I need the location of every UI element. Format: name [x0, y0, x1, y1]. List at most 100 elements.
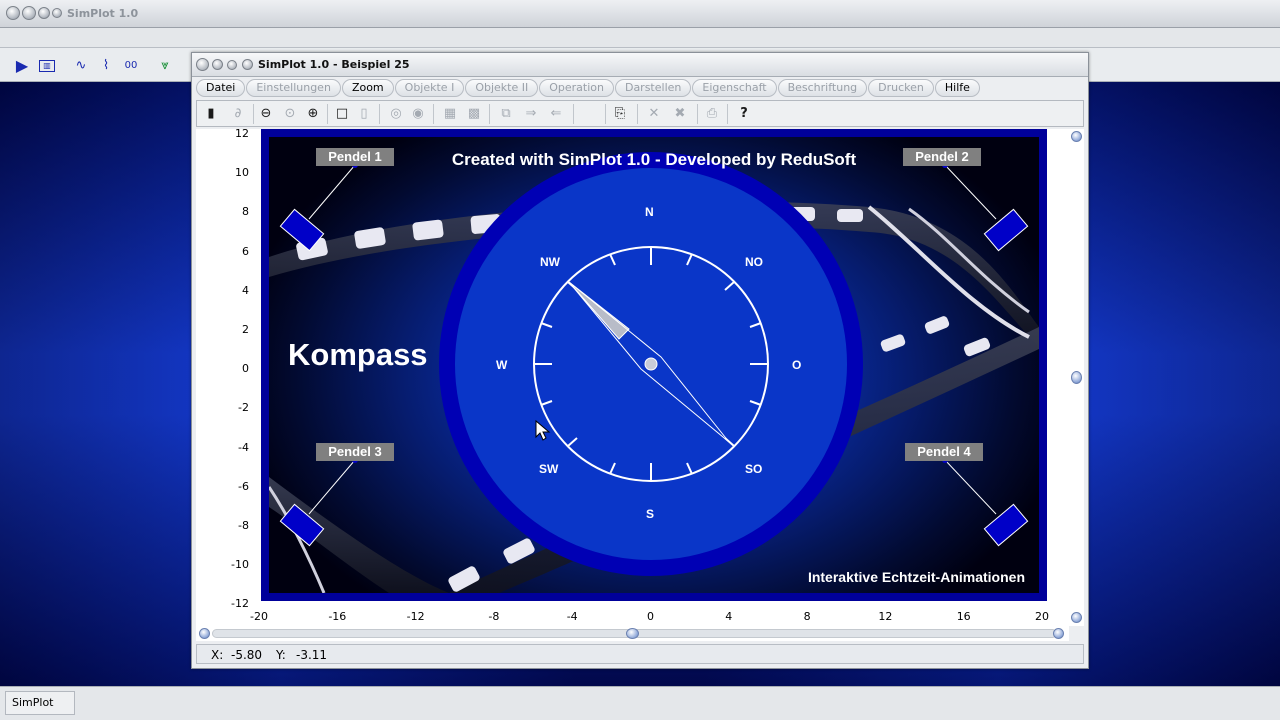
table-icon[interactable]: ▦ [441, 105, 459, 123]
document-titlebar: SimPlot 1.0 - Beispiel 25 [192, 53, 1088, 77]
scroll-down-button[interactable] [1071, 612, 1082, 623]
document-close-button[interactable] [196, 58, 209, 71]
x-tick-label: -4 [566, 610, 578, 623]
x-coordinate-value: -5.80 [231, 648, 263, 662]
y-tick-label: 4 [242, 283, 249, 297]
direction-sw: SW [539, 462, 559, 476]
menu-objekte-1[interactable]: Objekte I [394, 79, 465, 97]
pendulum-label-1: Pendel 1 [316, 148, 394, 166]
arrow-right-icon[interactable]: ⇒ [522, 105, 540, 123]
scroll-right-button[interactable] [1053, 628, 1064, 639]
document-title: SimPlot 1.0 - Beispiel 25 [258, 58, 410, 71]
document-minimize-button[interactable] [212, 59, 223, 70]
table-settings-icon[interactable]: ▩ [465, 105, 483, 123]
toolbar-separator [637, 104, 638, 124]
help-icon[interactable]: ? [735, 105, 753, 123]
window-menu-button[interactable] [52, 8, 62, 18]
scroll-left-button[interactable] [199, 628, 210, 639]
vertical-scrollbar[interactable] [1069, 129, 1084, 626]
play-icon[interactable]: ▶ [13, 58, 31, 74]
y-tick-label: -6 [238, 479, 249, 493]
menu-darstellen[interactable]: Darstellen [614, 79, 692, 97]
y-tick-label: -10 [231, 558, 249, 572]
zoom-out-icon[interactable]: ⊖ [257, 105, 275, 123]
y-coordinate-value: -3.11 [296, 648, 328, 662]
x-tick-label: 0 [647, 610, 654, 623]
y-tick-label: 0 [242, 362, 249, 376]
x-tick-label: -8 [488, 610, 500, 623]
y-tick-label: -2 [238, 401, 249, 415]
direction-so: SO [745, 462, 763, 476]
vertical-scroll-thumb[interactable] [1071, 371, 1082, 384]
app-title: SimPlot 1.0 [67, 7, 139, 20]
toolbar-separator [379, 104, 380, 124]
function-edit-icon[interactable]: ∂ [229, 105, 247, 123]
target-icon[interactable]: ◉ [409, 105, 427, 123]
select-frame-icon[interactable]: □ [333, 105, 351, 123]
grid-frame-icon[interactable]: ▯ [355, 105, 373, 123]
horizontal-scrollbar[interactable] [196, 626, 1069, 641]
y-tick-label: 6 [242, 244, 249, 258]
y-tick-label: 2 [242, 323, 249, 336]
animation-scene[interactable]: Created with SimPlot 1.0 - Developed by … [269, 137, 1039, 593]
filter-icon[interactable]: ⩔ [156, 58, 174, 74]
y-tick-label: 8 [242, 205, 249, 219]
line-chart-icon[interactable]: ∿ [72, 58, 90, 74]
menu-eigenschaft[interactable]: Eigenschaft [692, 79, 777, 97]
menu-hilfe[interactable]: Hilfe [934, 79, 980, 97]
copy-icon[interactable]: ⎘ [611, 105, 629, 123]
maximize-window-button[interactable] [38, 7, 50, 19]
x-tick-label: -20 [250, 610, 268, 623]
menu-beschriftung[interactable]: Beschriftung [777, 79, 868, 97]
direction-w: W [496, 358, 508, 372]
document-maximize-button[interactable] [227, 60, 237, 70]
horizontal-scroll-thumb[interactable] [626, 628, 639, 639]
y-tick-label: -4 [238, 440, 249, 454]
status-bar: SimPlot 1.0 [0, 686, 1280, 720]
y-tick-label: 10 [235, 166, 249, 180]
arrow-left-icon[interactable]: ⇐ [547, 105, 565, 123]
menu-drucken[interactable]: Drucken [868, 79, 934, 97]
table-view-icon[interactable]: ▥ [39, 60, 55, 72]
x-tick-label: 4 [725, 610, 733, 623]
direction-no: NO [745, 255, 763, 269]
x-tick-label: 12 [878, 610, 893, 623]
pendulum-label-3: Pendel 3 [316, 443, 394, 461]
delete-all-icon[interactable]: ✖ [671, 105, 689, 123]
coordinate-readout: X: -5.80 Y: -3.11 [196, 644, 1084, 664]
zoom-reset-icon[interactable]: ⊙ [281, 105, 299, 123]
minimize-window-button[interactable] [22, 6, 36, 20]
toolbar-separator [605, 104, 606, 124]
plot-area[interactable]: 12 10 8 6 4 2 0 -2 -4 -6 -8 -10 -12 -20 -16 -12 -8 -4 0 4 8… [196, 127, 1069, 626]
document-menubar: Datei Einstellungen Zoom Objekte I Objekte I… [196, 79, 1084, 99]
x-tick-label: -16 [328, 610, 347, 623]
menu-einstellungen[interactable]: Einstellungen [246, 79, 341, 97]
pendulum-bob-2 [983, 208, 1029, 252]
pendulum-label-4: Pendel 4 [905, 443, 983, 461]
document-menu-button[interactable] [242, 59, 253, 70]
parametric-plot-icon[interactable]: ⌇ [97, 58, 115, 74]
zoom-in-icon[interactable]: ⊕ [304, 105, 322, 123]
close-window-button[interactable] [6, 6, 20, 20]
toolbar-separator [489, 104, 490, 124]
function-list-icon[interactable]: 00 [122, 58, 140, 74]
direction-o: O [792, 358, 802, 372]
x-tick-label: 8 [803, 610, 811, 623]
toolbar-separator [573, 104, 574, 124]
menu-operation[interactable]: Operation [539, 79, 614, 97]
menu-zoom[interactable]: Zoom [341, 79, 394, 97]
status-app-name: SimPlot 1.0 [5, 691, 75, 720]
scroll-up-button[interactable] [1071, 131, 1082, 142]
x-coordinate-label: X: [211, 648, 224, 662]
print-icon[interactable]: ⎙ [703, 105, 721, 123]
menu-objekte-2[interactable]: Objekte II [465, 79, 539, 97]
direction-s: S [646, 507, 655, 521]
delete-icon[interactable]: ✕ [645, 105, 663, 123]
main-menu-strip [0, 28, 1280, 48]
x-tick-label: -12 [406, 610, 425, 623]
toolbar-separator [327, 104, 328, 124]
calculator-icon[interactable]: ▮ [202, 105, 220, 123]
split-icon[interactable]: ⧉ [497, 105, 515, 123]
record-icon[interactable]: ◎ [387, 105, 405, 123]
menu-datei[interactable]: Datei [196, 79, 246, 97]
